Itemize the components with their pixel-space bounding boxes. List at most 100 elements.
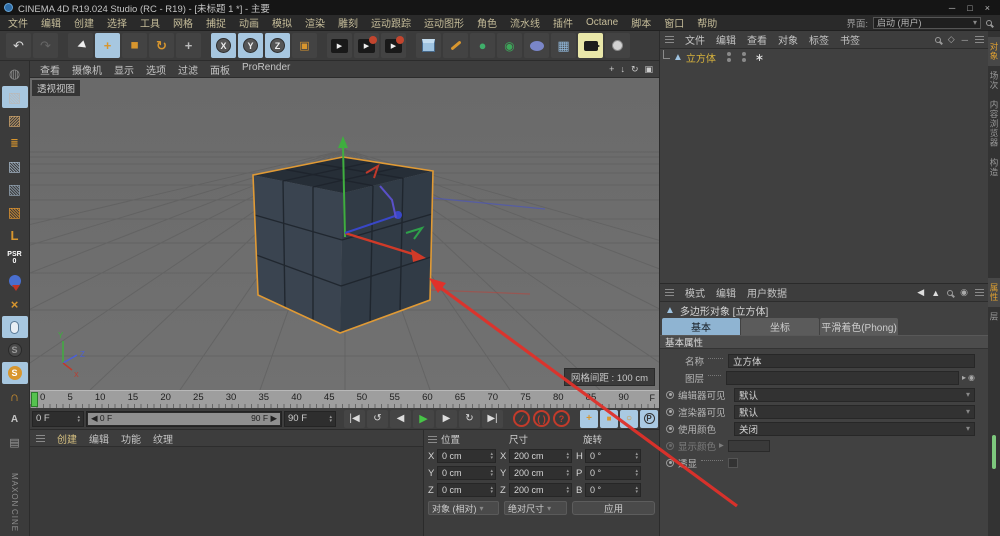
key-position-toggle[interactable]: + bbox=[580, 409, 598, 428]
menu-item[interactable]: 运动跟踪 bbox=[371, 15, 411, 30]
texture-paint-mode-button[interactable]: ◍ bbox=[2, 63, 28, 85]
history-back-icon[interactable]: ◀ bbox=[917, 287, 924, 298]
menu-item[interactable]: 雕刻 bbox=[338, 15, 358, 30]
loop-button[interactable]: ↻ bbox=[459, 409, 480, 428]
position-z-input[interactable]: 0 cm ▴ ▾ bbox=[437, 483, 496, 497]
list-options-icon[interactable] bbox=[975, 36, 984, 43]
timeline-playhead[interactable] bbox=[31, 392, 38, 407]
menu-item[interactable]: 网格 bbox=[173, 15, 193, 30]
previous-frame-button[interactable]: ◀ bbox=[390, 409, 411, 428]
xray-checkbox[interactable] bbox=[728, 457, 739, 468]
scrollbar-thumb[interactable] bbox=[992, 435, 996, 469]
apply-button[interactable]: 应用 bbox=[572, 501, 655, 515]
phong-tag-icon[interactable]: ∗ bbox=[755, 51, 764, 64]
tab-coordinates[interactable]: 坐标 bbox=[741, 318, 819, 335]
size-z-input[interactable]: 200 cm ▴ ▾ bbox=[509, 483, 572, 497]
object-menu-item[interactable]: 查看 bbox=[747, 32, 767, 47]
animation-dot-icon[interactable] bbox=[666, 407, 674, 416]
menu-item[interactable]: 运动图形 bbox=[424, 15, 464, 30]
layer-input[interactable] bbox=[726, 370, 959, 385]
maximize-button[interactable]: □ bbox=[967, 3, 972, 13]
menu-item[interactable]: 渲染 bbox=[305, 15, 325, 30]
size-y-input[interactable]: 200 cm ▴ ▾ bbox=[509, 466, 572, 480]
viewport-menu-item[interactable]: 显示 bbox=[114, 62, 134, 77]
key-scale-toggle[interactable]: ■ bbox=[600, 409, 618, 428]
viewport-solo-button[interactable] bbox=[2, 270, 28, 292]
viewport-menu-item[interactable]: 面板 bbox=[210, 62, 230, 77]
scale-tool-button[interactable]: ◼ bbox=[122, 33, 147, 58]
texture-mode-button[interactable]: ▨ bbox=[2, 109, 28, 131]
points-mode-button[interactable]: ▧ bbox=[2, 155, 28, 177]
viewport-menu-item[interactable]: ProRender bbox=[242, 62, 290, 77]
render-view-button[interactable]: ▶ bbox=[327, 33, 352, 58]
redo-button[interactable]: ↷ bbox=[33, 33, 58, 58]
render-picture-viewer-button[interactable]: ▶ bbox=[354, 33, 379, 58]
rotate-view-icon[interactable]: ↻ bbox=[631, 64, 639, 75]
layer-picker-icon[interactable]: ◉ bbox=[968, 373, 975, 382]
edges-mode-button[interactable]: ▧ bbox=[2, 178, 28, 200]
undo-button[interactable]: ↶ bbox=[6, 33, 31, 58]
object-row[interactable]: ▲ 立方体 ∗ bbox=[660, 49, 989, 65]
timeline-ruler[interactable]: 0 5 10 15 20 25 30 35 40 45 50 55 60 65 70 75 80 85 90 F bbox=[30, 390, 659, 408]
psr-coords-button[interactable]: PSR 0 bbox=[2, 247, 28, 269]
menu-item[interactable]: 动画 bbox=[239, 15, 259, 30]
snapping-button[interactable]: × bbox=[2, 293, 28, 315]
material-menu-item[interactable]: 功能 bbox=[121, 431, 141, 446]
menu-item[interactable]: 选择 bbox=[107, 15, 127, 30]
magnet-tool-button[interactable]: ∩ bbox=[2, 385, 28, 407]
minimize-button[interactable]: ─ bbox=[949, 3, 955, 13]
subdivision-surface-button[interactable]: ● bbox=[470, 33, 495, 58]
floor-button[interactable]: ▦ bbox=[551, 33, 576, 58]
object-menu-item[interactable]: 编辑 bbox=[716, 32, 736, 47]
primitive-cube-button[interactable] bbox=[416, 33, 441, 58]
menu-item[interactable]: 工具 bbox=[140, 15, 160, 30]
interface-dropdown[interactable]: 启动 (用户) ▾ bbox=[873, 16, 981, 29]
menu-item[interactable]: 角色 bbox=[477, 15, 497, 30]
filter-icon[interactable]: ◇ bbox=[948, 34, 955, 45]
menu-item[interactable]: 创建 bbox=[74, 15, 94, 30]
model-mode-button[interactable]: ▧ bbox=[1, 86, 28, 108]
mouse-input-button[interactable] bbox=[1, 316, 28, 338]
tab-objects[interactable]: 对象 bbox=[988, 37, 1000, 66]
minimize-panel-icon[interactable]: ─ bbox=[962, 35, 968, 45]
viewport-menu-item[interactable]: 过滤 bbox=[178, 62, 198, 77]
workplane-mode-button[interactable]: ≣ bbox=[2, 132, 28, 154]
next-frame-button[interactable]: ▶ bbox=[436, 409, 457, 428]
panel-menu-icon[interactable] bbox=[428, 435, 437, 443]
rotate-tool-button[interactable]: ↻ bbox=[149, 33, 174, 58]
animation-dot-icon[interactable] bbox=[666, 458, 674, 467]
menu-item[interactable]: 插件 bbox=[553, 15, 573, 30]
tab-attributes[interactable]: 属性 bbox=[988, 277, 1000, 307]
object-menu-item[interactable]: 标签 bbox=[809, 32, 829, 47]
object-menu-item[interactable]: 书签 bbox=[840, 32, 860, 47]
animation-dot-icon[interactable] bbox=[666, 424, 674, 433]
panel-menu-icon[interactable] bbox=[665, 289, 674, 296]
tab-phong[interactable]: 平滑着色(Phong) bbox=[820, 318, 898, 335]
snap-off-button[interactable]: S bbox=[2, 339, 28, 361]
tab-basic[interactable]: 基本 bbox=[662, 318, 740, 335]
attribute-menu-item[interactable]: 编辑 bbox=[716, 285, 736, 300]
panel-menu-icon[interactable] bbox=[36, 434, 45, 442]
deformers-button[interactable] bbox=[524, 33, 549, 58]
tab-structure[interactable]: 构造 bbox=[988, 153, 1000, 182]
end-frame-input[interactable]: 90 F ▴ ▾ bbox=[284, 410, 336, 427]
viewport-menu-item[interactable]: 查看 bbox=[40, 62, 60, 77]
search-icon[interactable] bbox=[934, 36, 941, 43]
name-input[interactable]: 立方体 bbox=[728, 353, 975, 368]
move-tool-button[interactable]: + bbox=[95, 33, 120, 58]
object-name-label[interactable]: 立方体 bbox=[686, 50, 716, 65]
z-axis-lock-button[interactable]: Z bbox=[265, 33, 290, 58]
attribute-menu-item[interactable]: 用户数据 bbox=[747, 285, 787, 300]
attribute-menu-item[interactable]: 模式 bbox=[685, 285, 705, 300]
pan-view-icon[interactable]: + bbox=[609, 64, 614, 75]
material-menu-item[interactable]: 纹理 bbox=[153, 431, 173, 446]
tab-takes[interactable]: 场次 bbox=[988, 66, 1000, 95]
tab-content-browser[interactable]: 内容浏览器 bbox=[988, 95, 1000, 153]
search-icon[interactable] bbox=[947, 289, 954, 296]
layers-button[interactable]: A bbox=[2, 408, 28, 430]
close-button[interactable]: × bbox=[985, 3, 990, 13]
snap-on-button[interactable]: S bbox=[1, 362, 28, 384]
goto-start-button[interactable]: |◀ bbox=[344, 409, 365, 428]
size-mode-dropdown[interactable]: 绝对尺寸 ▾ bbox=[504, 501, 568, 515]
object-menu-item[interactable]: 文件 bbox=[685, 32, 705, 47]
